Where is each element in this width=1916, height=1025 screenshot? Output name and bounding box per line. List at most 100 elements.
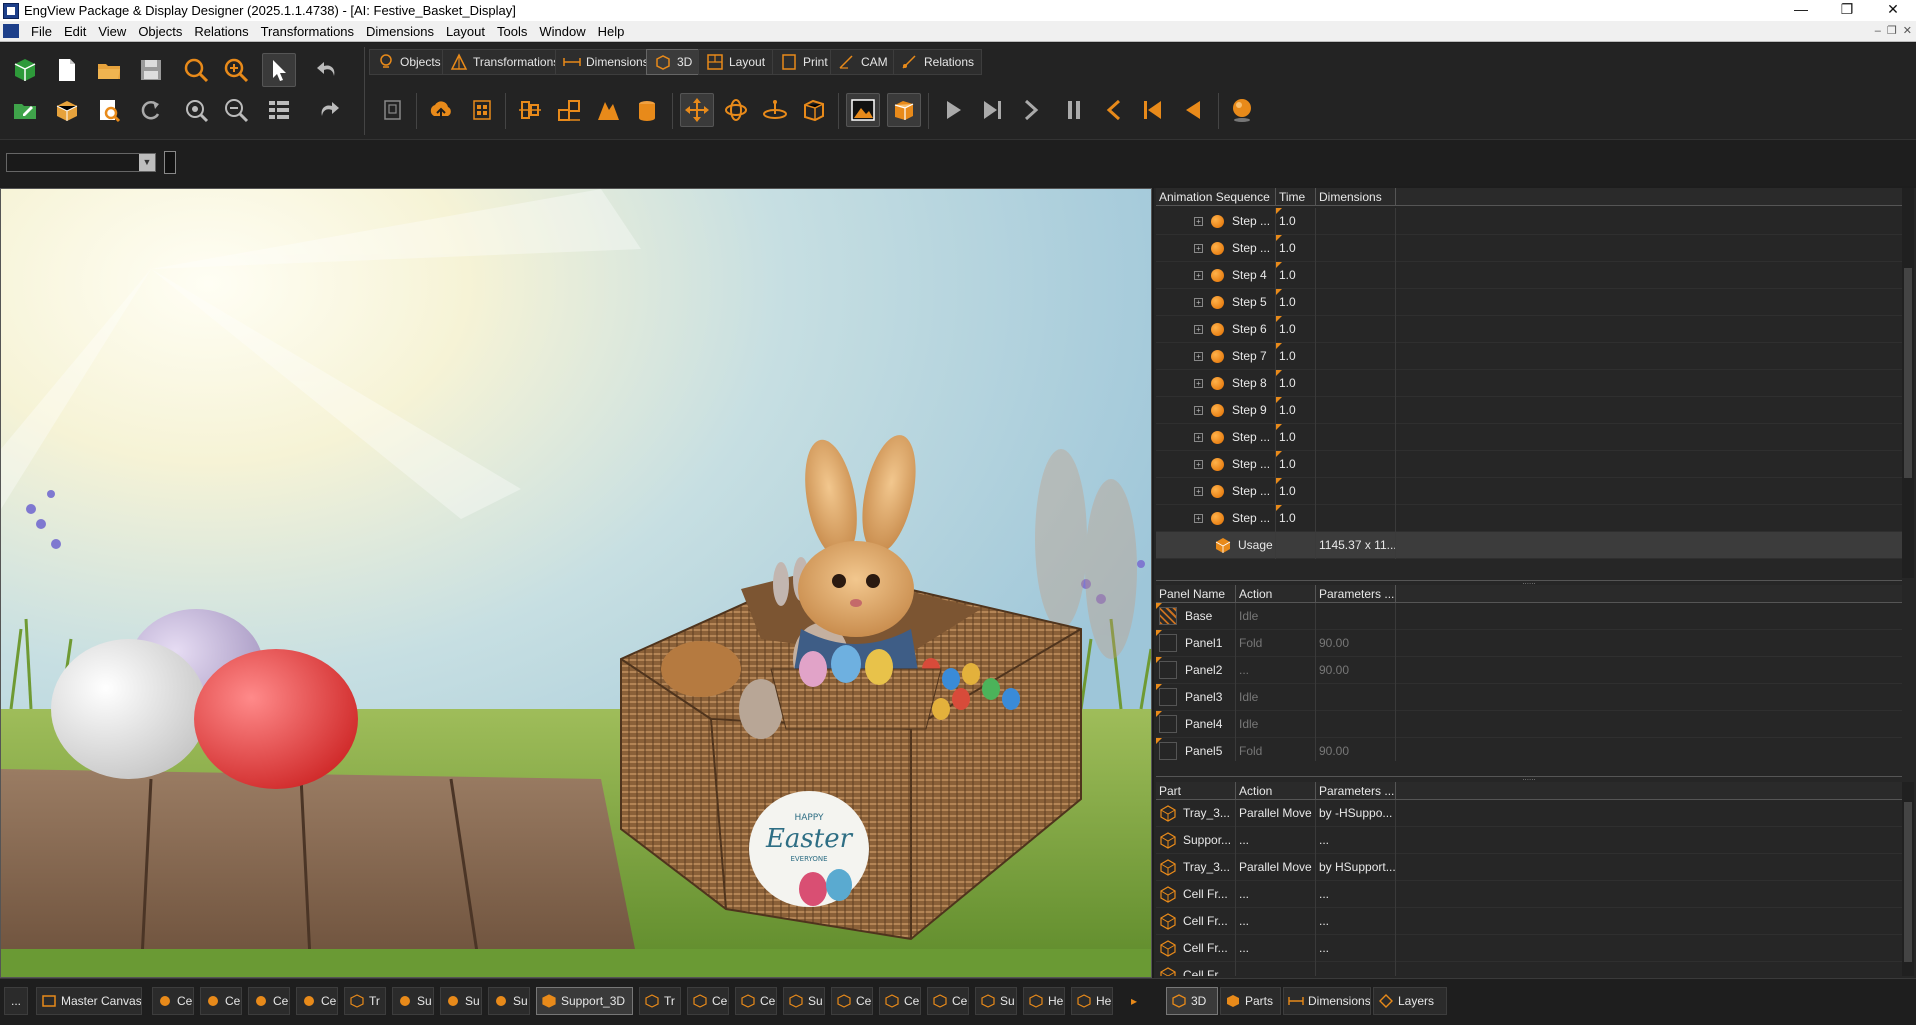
panel-action[interactable]: ... xyxy=(1236,656,1316,684)
part-action[interactable]: ... xyxy=(1236,880,1316,908)
step-time[interactable]: 1.0 xyxy=(1276,288,1316,316)
align-icon[interactable] xyxy=(513,93,547,127)
animation-scrollbar[interactable] xyxy=(1902,188,1914,578)
document-tab[interactable]: He xyxy=(1071,987,1113,1015)
document-tab[interactable]: Su xyxy=(488,987,530,1015)
pause-icon[interactable] xyxy=(1057,93,1091,127)
panel-row[interactable]: Panel3 Idle xyxy=(1156,683,1902,711)
cube-wire-icon[interactable] xyxy=(797,93,831,127)
tab-dimensions[interactable]: Dimensions xyxy=(555,49,657,75)
step-time[interactable]: 1.0 xyxy=(1276,423,1316,451)
document-tab[interactable]: Ce xyxy=(296,987,338,1015)
step-time[interactable]: 1.0 xyxy=(1276,504,1316,532)
menu-relations[interactable]: Relations xyxy=(188,21,254,42)
col-action[interactable]: Action xyxy=(1236,585,1316,602)
step-time[interactable]: 1.0 xyxy=(1276,207,1316,235)
menu-transformations[interactable]: Transformations xyxy=(255,21,360,42)
part-row[interactable]: Tray_3... Parallel Move by -HSuppo... xyxy=(1156,799,1902,827)
part-params[interactable]: ... xyxy=(1316,880,1396,908)
tab-layout[interactable]: Layout xyxy=(698,49,774,75)
scrollbar-thumb[interactable] xyxy=(1904,268,1912,478)
step-time[interactable]: 1.0 xyxy=(1276,396,1316,424)
part-params[interactable]: ... xyxy=(1316,934,1396,962)
part-action[interactable]: ... xyxy=(1236,826,1316,854)
part-params[interactable]: ... xyxy=(1316,826,1396,854)
cloud-upload-icon[interactable] xyxy=(424,93,458,127)
tab-3d-panel[interactable]: 3D xyxy=(1166,987,1218,1015)
expand-icon[interactable]: + xyxy=(1194,378,1203,388)
tab-layers[interactable]: Layers xyxy=(1373,987,1447,1015)
step-time[interactable]: 1.0 xyxy=(1276,342,1316,370)
move-icon[interactable] xyxy=(680,93,714,127)
box-3d-icon[interactable] xyxy=(50,93,84,127)
part-params[interactable]: ... xyxy=(1316,961,1396,976)
animation-row[interactable]: + Step ... 1.0 xyxy=(1156,423,1902,451)
expand-icon[interactable]: + xyxy=(1194,459,1203,469)
panel-row[interactable]: Panel2... 90.00 xyxy=(1156,656,1902,684)
animation-row[interactable]: + Step 4 1.0 xyxy=(1156,261,1902,289)
tab-transformations[interactable]: Transformations xyxy=(442,49,568,75)
part-action[interactable]: ... xyxy=(1236,907,1316,935)
part-row[interactable]: Cell Fr......... xyxy=(1156,934,1902,962)
document-icon[interactable] xyxy=(3,24,19,38)
zoom-out-icon[interactable] xyxy=(219,93,253,127)
panel-params[interactable] xyxy=(1316,683,1396,711)
animation-row[interactable]: + Step 7 1.0 xyxy=(1156,342,1902,370)
expand-icon[interactable]: + xyxy=(1194,216,1203,226)
zoom-icon[interactable] xyxy=(179,53,213,87)
part-params[interactable]: by -HSuppo... xyxy=(1316,799,1396,827)
col-dimensions[interactable]: Dimensions xyxy=(1316,188,1396,205)
tab-relations[interactable]: Relations xyxy=(893,49,983,75)
document-tab[interactable]: Ce xyxy=(831,987,873,1015)
expand-icon[interactable]: + xyxy=(1194,243,1203,253)
document-tab[interactable]: Su xyxy=(392,987,434,1015)
tab-master-canvas[interactable]: Master Canvas xyxy=(36,987,142,1015)
3d-viewport[interactable]: HAPPY Easter EVERYONE xyxy=(0,188,1152,978)
panel-params[interactable] xyxy=(1316,602,1396,630)
tab-objects[interactable]: Objects xyxy=(369,49,449,75)
col-time[interactable]: Time xyxy=(1276,188,1316,205)
view-combo[interactable]: ▼ xyxy=(6,153,156,172)
zoom-fit-icon[interactable] xyxy=(179,93,213,127)
select-arrow-icon[interactable] xyxy=(262,53,296,87)
tab-overflow-button[interactable]: ... xyxy=(4,987,28,1015)
orbit-icon[interactable] xyxy=(758,93,792,127)
expand-icon[interactable]: + xyxy=(1194,432,1203,442)
expand-icon[interactable]: + xyxy=(1194,270,1203,280)
tab-print[interactable]: Print xyxy=(772,49,836,75)
shaded-cube-icon[interactable] xyxy=(887,93,921,127)
panel-action[interactable]: Fold xyxy=(1236,737,1316,761)
edit-green-icon[interactable] xyxy=(8,93,42,127)
mdi-close-button[interactable]: ✕ xyxy=(1903,21,1912,42)
usage-row[interactable]: Usage 1145.37 x 11... xyxy=(1156,531,1902,559)
panel-row[interactable]: Base Idle xyxy=(1156,602,1902,630)
chevron-down-icon[interactable]: ▼ xyxy=(139,154,155,171)
document-tab[interactable]: Support_3D xyxy=(536,987,633,1015)
animation-row[interactable]: + Step ... 1.0 xyxy=(1156,234,1902,262)
step-time[interactable]: 1.0 xyxy=(1276,261,1316,289)
skip-start-icon[interactable] xyxy=(1136,93,1170,127)
col-parameters[interactable]: Parameters ... xyxy=(1316,585,1396,602)
parts-grid-icon[interactable] xyxy=(465,93,499,127)
part-row[interactable]: Cell Fr......... xyxy=(1156,907,1902,935)
panel-row[interactable]: Panel1 Fold 90.00 xyxy=(1156,629,1902,657)
part-scrollbar[interactable] xyxy=(1902,782,1914,976)
list-view-icon[interactable] xyxy=(262,93,296,127)
panel-row[interactable]: Panel4 Idle xyxy=(1156,710,1902,738)
expand-icon[interactable]: + xyxy=(1194,486,1203,496)
expand-icon[interactable]: + xyxy=(1194,324,1203,334)
mdi-minimize-button[interactable]: – xyxy=(1875,21,1881,42)
menu-objects[interactable]: Objects xyxy=(132,21,188,42)
part-action[interactable]: Parallel Move xyxy=(1236,853,1316,881)
skip-end-icon[interactable] xyxy=(975,93,1009,127)
step-forward-icon[interactable] xyxy=(1014,93,1048,127)
maximize-button[interactable]: ❐ xyxy=(1824,0,1870,21)
step-time[interactable]: 1.0 xyxy=(1276,369,1316,397)
col-panel-name[interactable]: Panel Name xyxy=(1156,585,1236,602)
option-field[interactable] xyxy=(164,151,176,174)
col-part[interactable]: Part xyxy=(1156,782,1236,799)
menu-tools[interactable]: Tools xyxy=(491,21,533,42)
save-icon[interactable] xyxy=(134,53,168,87)
document-tab[interactable]: Tr xyxy=(344,987,386,1015)
new-file-icon[interactable] xyxy=(50,53,84,87)
